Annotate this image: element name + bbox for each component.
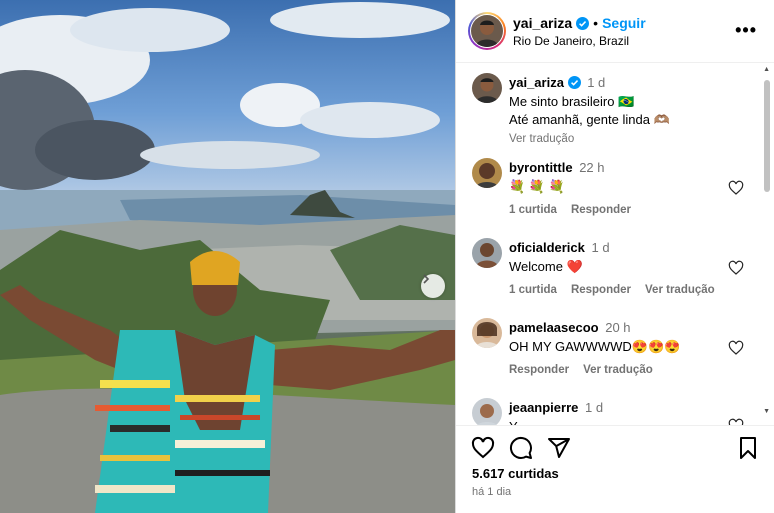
comment-icon[interactable] <box>509 436 533 460</box>
comment-username[interactable]: byrontittle <box>509 160 573 175</box>
likes-count[interactable]: 5.617 curtidas <box>472 466 559 481</box>
comment-time: 20 h <box>605 320 631 335</box>
post-header: yai_ariza • Seguir Rio De Janeiro, Brazi… <box>456 0 774 63</box>
comment-text: Welcome ❤️ <box>509 259 583 274</box>
commenter-avatar[interactable] <box>472 398 502 425</box>
caption-avatar[interactable] <box>472 73 502 103</box>
post-side-panel: yai_ariza • Seguir Rio De Janeiro, Brazi… <box>455 0 774 513</box>
comment-meta: 1 curtida Responder Ver tradução <box>509 284 729 296</box>
post-actions: 5.617 curtidas há 1 dia <box>456 425 774 513</box>
scroll-up-arrow[interactable]: ▲ <box>763 66 770 73</box>
heart-icon[interactable] <box>728 418 744 425</box>
bookmark-icon[interactable] <box>736 436 760 460</box>
author-avatar[interactable] <box>468 12 506 50</box>
comments-list: yai_ariza 1 d Me sinto brasileiro 🇧🇷 Até… <box>456 63 774 425</box>
scroll-down-arrow[interactable]: ▼ <box>763 408 770 415</box>
carousel-next-button[interactable] <box>421 274 445 298</box>
caption-header: yai_ariza 1 d <box>509 75 605 90</box>
reply-button[interactable]: Responder <box>571 204 631 216</box>
comment-item: byrontittle 22 h 💐 💐 💐 1 curtida Responde… <box>456 158 761 218</box>
reply-button[interactable]: Responder <box>509 364 569 376</box>
caption-translate-link[interactable]: Ver tradução <box>509 133 574 145</box>
separator-dot: • <box>593 15 599 31</box>
caption-time: 1 d <box>587 75 606 90</box>
comment-meta: Responder Ver tradução <box>509 364 667 376</box>
caption: yai_ariza 1 d Me sinto brasileiro 🇧🇷 Até… <box>456 73 761 145</box>
comment-username[interactable]: jeaanpierre <box>509 400 578 415</box>
heart-icon[interactable] <box>728 260 744 276</box>
comment-header: jeaanpierre 1 d <box>509 400 603 415</box>
comment-time: 1 d <box>591 240 610 255</box>
author-username[interactable]: yai_ariza <box>513 15 572 31</box>
comment-item: oficialderick 1 d Welcome ❤️ 1 curtida Re… <box>456 238 761 298</box>
reply-button[interactable]: Responder <box>571 284 631 296</box>
caption-line-1: Me sinto brasileiro 🇧🇷 <box>509 94 635 109</box>
post-photo[interactable] <box>0 0 455 513</box>
comment-likes[interactable]: 1 curtida <box>509 284 557 296</box>
post-timestamp: há 1 dia <box>472 486 512 498</box>
comment-time: 1 d <box>585 400 604 415</box>
comment-header: oficialderick 1 d <box>509 240 610 255</box>
more-options-button[interactable]: ••• <box>735 21 757 39</box>
comment-item: pamelaasecoo 20 h OH MY GAWWWWD😍😍😍 Respo… <box>456 318 761 378</box>
verified-badge-icon <box>567 76 581 89</box>
comment-likes[interactable]: 1 curtida <box>509 204 557 216</box>
heart-icon[interactable] <box>728 340 744 356</box>
comment-header: byrontittle 22 h <box>509 160 605 175</box>
verified-badge-icon <box>576 16 590 30</box>
commenter-avatar[interactable] <box>472 238 502 268</box>
comment-text: Y <box>509 418 518 425</box>
caption-line-2: Até amanhã, gente linda 🫶🏽 <box>509 112 670 127</box>
comment-meta: 1 curtida Responder <box>509 204 645 216</box>
comment-username[interactable]: pamelaasecoo <box>509 320 599 335</box>
caption-username[interactable]: yai_ariza <box>509 75 564 90</box>
translate-link[interactable]: Ver tradução <box>583 364 653 376</box>
commenter-avatar[interactable] <box>472 158 502 188</box>
post-location[interactable]: Rio De Janeiro, Brazil <box>513 34 629 48</box>
comment-item: jeaanpierre 1 d Y <box>456 398 761 425</box>
comment-time: 22 h <box>579 160 605 175</box>
comment-text: 💐 💐 💐 <box>509 179 565 194</box>
share-icon[interactable] <box>547 436 571 460</box>
comment-text: OH MY GAWWWWD😍😍😍 <box>509 339 681 354</box>
heart-icon[interactable] <box>728 180 744 196</box>
comments-scrollbar[interactable] <box>764 80 770 192</box>
commenter-avatar[interactable] <box>472 318 502 348</box>
comment-header: pamelaasecoo 20 h <box>509 320 631 335</box>
heart-icon[interactable] <box>471 436 495 460</box>
photo-illustration <box>0 2 455 513</box>
follow-button[interactable]: Seguir <box>602 15 646 31</box>
translate-link[interactable]: Ver tradução <box>645 284 715 296</box>
author-line: yai_ariza • Seguir <box>513 15 646 31</box>
comment-username[interactable]: oficialderick <box>509 240 585 255</box>
